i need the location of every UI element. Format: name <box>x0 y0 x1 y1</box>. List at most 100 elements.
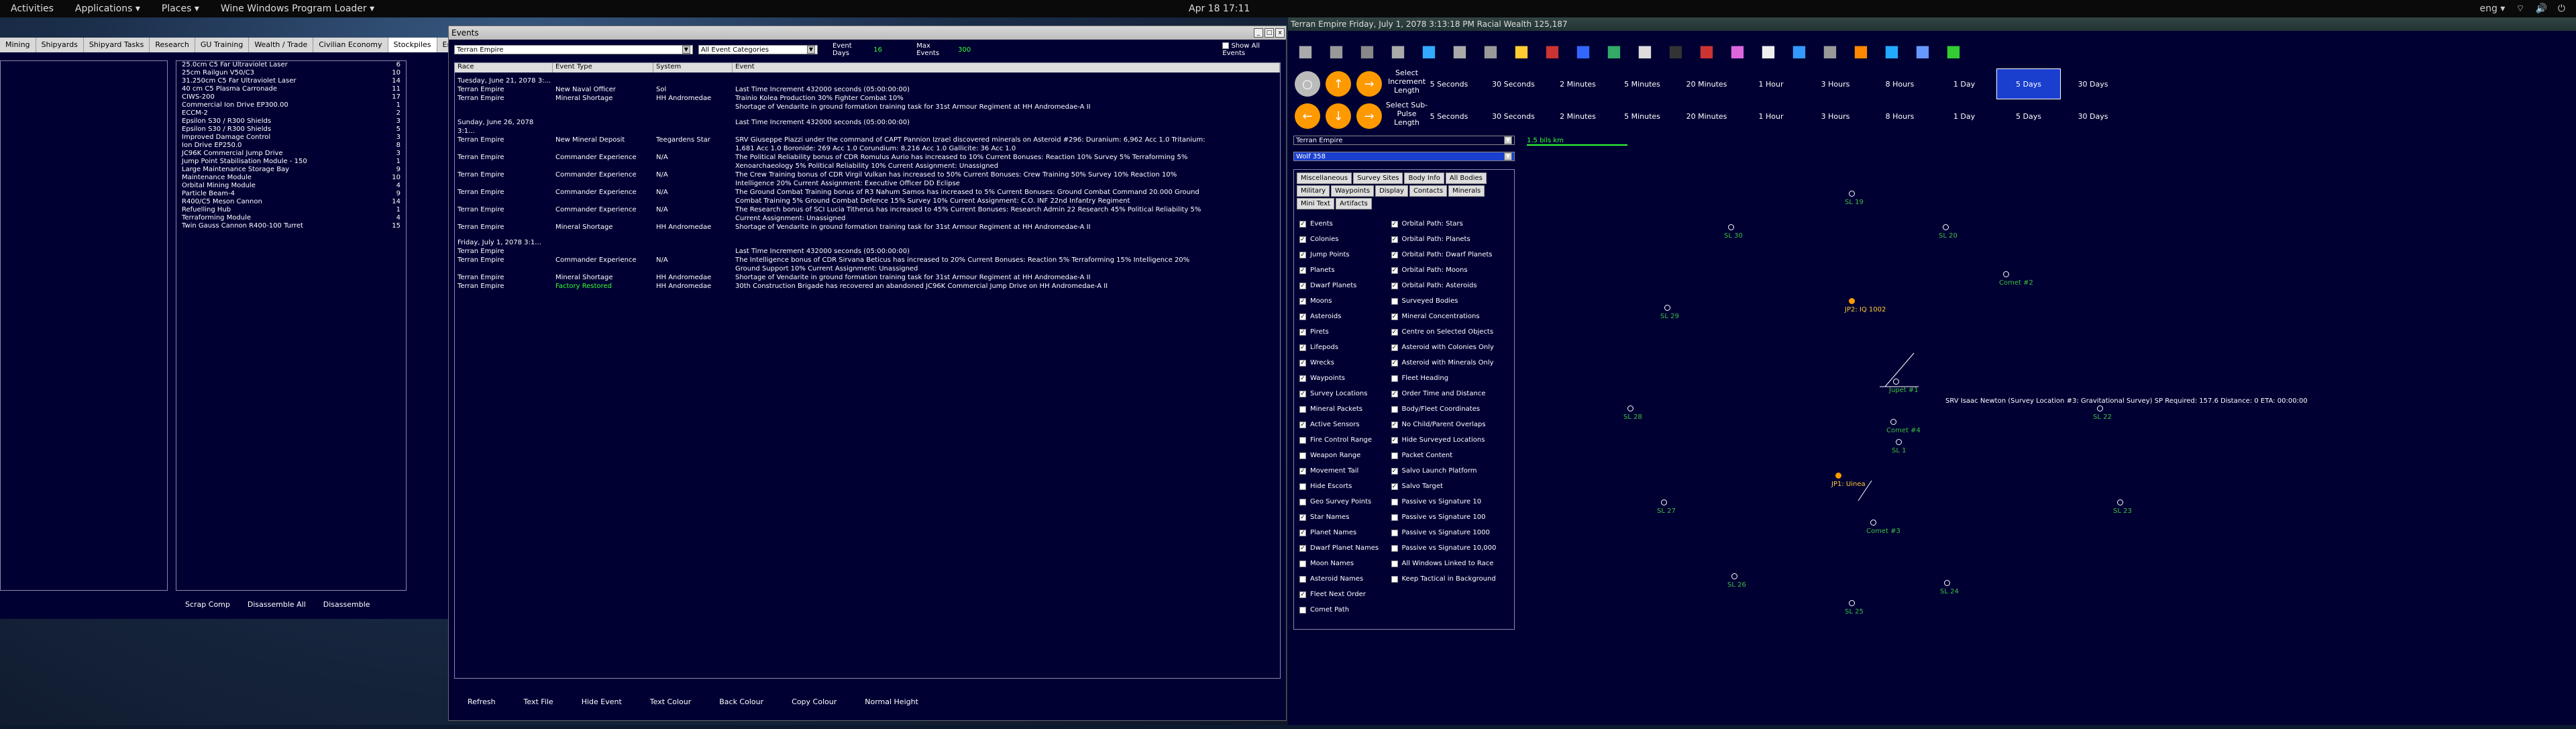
hide-event-button[interactable]: Hide Event <box>582 697 622 706</box>
option-asteroid-names[interactable]: Asteroid Names <box>1299 571 1391 587</box>
option-colonies[interactable]: ✓ Colonies <box>1299 232 1391 247</box>
wine-menu[interactable]: Wine Windows Program Loader ▾ <box>221 3 374 14</box>
map-body-marker[interactable] <box>1627 405 1633 411</box>
map-label[interactable]: Comet #2 <box>1999 279 2033 287</box>
power-icon[interactable]: ⏻ <box>2558 3 2565 14</box>
category-select[interactable]: All Event Categories ▼ <box>698 45 818 54</box>
show-all-checkbox[interactable]: Show All Events <box>1222 42 1281 57</box>
map-body-marker[interactable] <box>1893 379 1899 385</box>
event-row[interactable]: Tuesday, June 21, 2078 3:... <box>455 77 1280 85</box>
tab-minerals[interactable]: Minerals <box>1448 185 1485 197</box>
disassemble-button[interactable]: Disassemble <box>323 600 370 609</box>
header-event[interactable]: Event <box>733 63 1280 72</box>
option-mineral-concentrations[interactable]: ✓ Mineral Concentrations <box>1391 309 1509 324</box>
event-row[interactable]: Terran Empire Commander Experience N/A The … <box>455 171 1280 179</box>
checkbox[interactable]: ✓ <box>1391 266 1398 274</box>
option-fire-control-range[interactable]: Fire Control Range <box>1299 432 1391 448</box>
language-menu[interactable]: eng ▾ <box>2479 3 2505 14</box>
text-colour-button[interactable]: Text Colour <box>650 697 691 706</box>
map-label[interactable]: SL 19 <box>1845 199 1864 206</box>
option-passive-vs-signature-10[interactable]: Passive vs Signature 10 <box>1391 494 1509 509</box>
toolbar-icon-3[interactable]: ■ <box>1354 36 1381 66</box>
toolbar-icon-11[interactable]: ■ <box>1601 36 1627 66</box>
option-jump-points[interactable]: ✓ Jump Points <box>1299 247 1391 262</box>
option-comet-path[interactable]: Comet Path <box>1299 602 1391 618</box>
event-row[interactable]: Shortage of Vendarite in ground formatio… <box>455 103 1280 111</box>
option-hide-surveyed-locations[interactable]: ✓ Hide Surveyed Locations <box>1391 432 1509 448</box>
toolbar-icon-9[interactable]: ■ <box>1539 36 1566 66</box>
tab-artifacts[interactable]: Artifacts <box>1335 198 1372 209</box>
option-no-child-parent-overlaps[interactable]: ✓ No Child/Parent Overlaps <box>1391 417 1509 432</box>
option-lifepods[interactable]: ✓ Lifepods <box>1299 340 1391 355</box>
option-pirets[interactable]: ✓ Pirets <box>1299 324 1391 340</box>
checkbox[interactable]: ✓ <box>1391 236 1398 243</box>
checkbox[interactable] <box>1299 575 1306 583</box>
option-passive-vs-signature-100[interactable]: Passive vs Signature 100 <box>1391 509 1509 525</box>
toolbar-icon-12[interactable]: ■ <box>1631 36 1658 66</box>
map-body-marker[interactable] <box>1664 305 1670 311</box>
toolbar-icon-18[interactable]: ■ <box>1817 36 1843 66</box>
toolbar-icon-10[interactable]: ■ <box>1570 36 1597 66</box>
map-label[interactable]: JP1: Uinea <box>1831 481 1866 488</box>
map-body-marker[interactable] <box>1849 298 1855 304</box>
checkbox[interactable]: ✓ <box>1299 220 1306 228</box>
events-titlebar[interactable]: Events _ □ x <box>449 26 1286 40</box>
tab-stockpiles[interactable]: Stockpiles <box>388 38 437 52</box>
checkbox[interactable]: ✓ <box>1391 313 1398 320</box>
option-fleet-heading[interactable]: Fleet Heading <box>1391 371 1509 386</box>
checkbox[interactable] <box>1391 405 1398 413</box>
tab-all-bodies[interactable]: All Bodies <box>1445 173 1487 184</box>
map-body-marker[interactable] <box>1849 600 1855 606</box>
map-body-marker[interactable] <box>1849 191 1855 197</box>
event-row[interactable]: Combat Training 5% Ground Combat Defence… <box>455 197 1280 205</box>
checkbox[interactable]: ✓ <box>1299 390 1306 397</box>
tactical-titlebar[interactable]: Terran Empire Friday, July 1, 2078 3:13:… <box>1288 17 2576 31</box>
toolbar-icon-8[interactable]: ■ <box>1508 36 1535 66</box>
checkbox[interactable]: ✓ <box>1391 390 1398 397</box>
map-body-marker[interactable] <box>1890 419 1896 425</box>
map-body-marker[interactable] <box>1835 473 1841 479</box>
tab-waypoints[interactable]: Waypoints <box>1331 185 1375 197</box>
tab-body-info[interactable]: Body Info <box>1404 173 1444 184</box>
toolbar-icon-17[interactable]: ■ <box>1786 36 1813 66</box>
time-5-minutes[interactable]: 5 Minutes <box>1610 68 1674 99</box>
event-row[interactable]: Intelligence 20% Current Assignment: Exe… <box>455 179 1280 188</box>
event-row[interactable]: Terran Empire New Naval Officer Sol Last Ti… <box>455 85 1280 94</box>
option-dwarf-planet-names[interactable]: ✓ Dwarf Planet Names <box>1299 540 1391 556</box>
checkbox[interactable] <box>1391 544 1398 552</box>
checkbox[interactable]: ✓ <box>1299 375 1306 382</box>
zoom-icon[interactable]: ○ <box>1295 71 1320 97</box>
option-body-fleet-coordinates[interactable]: Body/Fleet Coordinates <box>1391 401 1509 417</box>
option-planet-names[interactable]: ✓ Planet Names <box>1299 525 1391 540</box>
network-icon[interactable]: ⌔ <box>2516 3 2524 15</box>
option-hide-escorts[interactable]: Hide Escorts <box>1299 479 1391 494</box>
toolbar-icon-5[interactable]: ■ <box>1415 36 1442 66</box>
checkbox[interactable]: ✓ <box>1299 297 1306 305</box>
checkbox[interactable]: ✓ <box>1299 251 1306 258</box>
checkbox[interactable]: ✓ <box>1391 282 1398 289</box>
event-row[interactable]: Terran Empire Factory Restored HH Andromed… <box>455 282 1280 291</box>
tab-shipyard-tasks[interactable]: Shipyard Tasks <box>84 38 150 52</box>
time-30-seconds[interactable]: 30 Seconds <box>1481 68 1546 99</box>
checkbox[interactable]: ✓ <box>1391 483 1398 490</box>
option-weapon-range[interactable]: Weapon Range <box>1299 448 1391 463</box>
maximize-icon[interactable]: □ <box>1265 28 1274 38</box>
map-label[interactable]: JP2: IQ 1002 <box>1845 306 1886 313</box>
scrap-comp-button[interactable]: Scrap Comp <box>185 600 230 609</box>
option-events[interactable]: ✓ Events <box>1299 216 1391 232</box>
map-label[interactable]: SL 26 <box>1727 581 1746 589</box>
checkbox[interactable]: ✓ <box>1391 467 1398 475</box>
activities-menu[interactable]: Activities <box>11 3 54 14</box>
map-body-marker[interactable] <box>1870 520 1876 526</box>
option-survey-locations[interactable]: ✓ Survey Locations <box>1299 386 1391 401</box>
option-geo-survey-points[interactable]: Geo Survey Points <box>1299 494 1391 509</box>
checkbox[interactable]: ✓ <box>1299 282 1306 289</box>
checkbox[interactable] <box>1299 498 1306 505</box>
checkbox[interactable]: ✓ <box>1299 591 1306 598</box>
tab-civilian-economy[interactable]: Civilian Economy <box>313 38 388 52</box>
time-2-minutes[interactable]: 2 Minutes <box>1546 68 1610 99</box>
event-row[interactable]: Terran Empire Mineral Shortage HH Andromed… <box>455 273 1280 282</box>
event-row[interactable]: 1,681 Acc 1.0 Boronide: 269 Acc 1.0 Coru… <box>455 144 1280 153</box>
option-movement-tail[interactable]: ✓ Movement Tail <box>1299 463 1391 479</box>
header-race[interactable]: Race <box>455 63 553 72</box>
